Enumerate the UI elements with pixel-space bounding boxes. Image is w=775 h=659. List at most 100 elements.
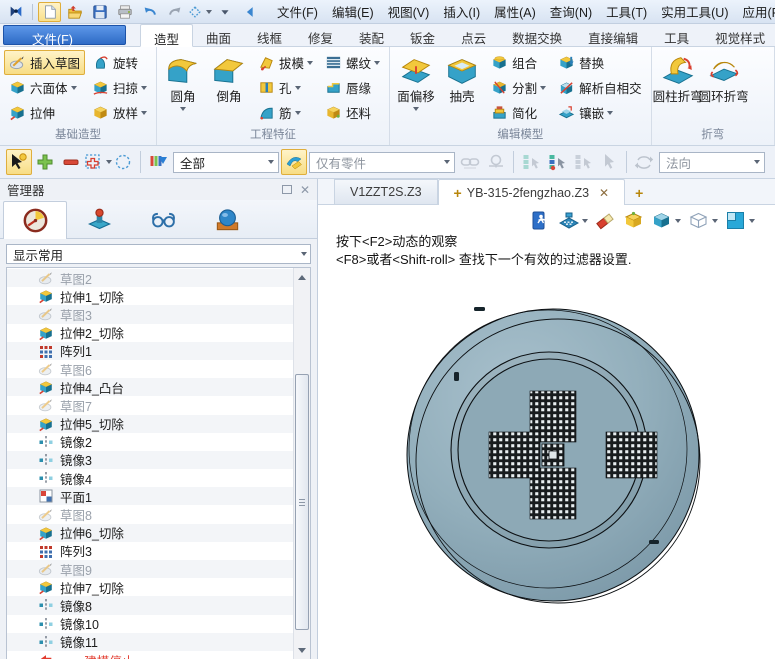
tree-item[interactable]: 拉伸6_切除 [7,524,293,542]
thread-button[interactable]: 螺纹 [320,50,385,75]
undo-button[interactable] [138,2,161,22]
draft-button[interactable]: 拔模 [253,50,318,75]
replace-button[interactable]: 替换 [553,50,647,75]
tree-item[interactable]: 拉伸1_切除 [7,287,293,305]
ribbon-tab-visualstyle[interactable]: 视觉样式 [702,24,775,46]
stock-button[interactable]: 坯料 [320,100,385,125]
chamfer-button[interactable]: 倒角 [206,50,252,104]
scope-dropdown[interactable]: 仅有零件 [309,152,455,173]
rib-button[interactable]: 筋 [253,100,318,125]
window-select-button[interactable] [84,149,110,175]
menubar-item[interactable]: 插入(I) [436,0,487,24]
ribbon-tab-surface[interactable]: 曲面 [193,24,244,46]
manager-close-button[interactable]: ✕ [300,183,310,197]
combine-button[interactable]: 组合 [486,50,551,75]
ribbon-tab-tools[interactable]: 工具 [651,24,702,46]
inlay-button[interactable]: 镶嵌 [553,100,647,125]
revolve-button[interactable]: 旋转 [87,50,152,75]
tree-item[interactable]: 草图8 [7,505,293,523]
shell-button[interactable]: 抽壳 [439,50,485,104]
menubar-item[interactable]: 工具(T) [599,0,654,24]
tree-item[interactable]: 草图7 [7,396,293,414]
face-offset-button[interactable]: 面偏移 [393,50,439,111]
toroidal-bend-button[interactable]: 圆环折弯 [701,50,747,104]
ribbon-tab-assembly[interactable]: 装配 [346,24,397,46]
manager-tab-assembly[interactable] [67,201,131,238]
ribbon-tab-wireframe[interactable]: 线框 [244,24,295,46]
tree-item[interactable]: 镜像4 [7,469,293,487]
new-file-button[interactable] [38,2,61,22]
extrude-button[interactable]: 拉伸 [4,100,85,125]
tree-item[interactable]: 草图2 [7,269,293,287]
tree-item[interactable]: 草图9 [7,560,293,578]
tree-item[interactable]: 拉伸2_切除 [7,324,293,342]
scroll-down-button[interactable] [294,642,310,658]
graphics-viewport[interactable]: V1ZZT2S.Z3+YB-315-2fengzhao.Z3✕+ 按下<F2>动… [318,179,775,659]
tree-item[interactable]: 镜像2 [7,433,293,451]
entity-filter-dropdown[interactable]: 全部 [173,152,279,173]
tree-item[interactable]: 镜像11 [7,633,293,651]
pick-from-list-colored-button[interactable] [544,149,570,175]
pick-filter-button[interactable] [188,2,211,22]
tree-item[interactable]: 平面1 [7,487,293,505]
fillet-button[interactable]: 圆角 [160,50,206,111]
part-scope-toggle[interactable] [281,149,307,175]
qat-collapse-button[interactable] [238,2,261,22]
manager-tab-visualize[interactable] [131,201,195,238]
pointer-button[interactable] [767,149,775,175]
redo-button[interactable] [163,2,186,22]
print-button[interactable] [113,2,136,22]
pick-button[interactable] [6,149,32,175]
ribbon-tab-shape[interactable]: 造型 [140,24,193,47]
menubar-item[interactable]: 文件(F) [270,0,325,24]
tree-item[interactable]: 阵列3 [7,542,293,560]
box-button[interactable]: 六面体 [4,75,85,100]
cylindrical-bend-button[interactable]: 圆柱折弯 [655,50,701,104]
menubar-item[interactable]: 属性(A) [487,0,543,24]
view-orientation-dropdown[interactable]: 法向 [659,152,765,173]
open-file-button[interactable] [63,2,86,22]
insert-sketch-button[interactable]: 插入草图 [4,50,85,75]
menubar-item[interactable]: 视图(V) [381,0,437,24]
menubar-item[interactable]: 实用工具(U) [654,0,735,24]
tree-item[interactable]: 拉伸4_凸台 [7,378,293,396]
tree-item[interactable]: 阵列1 [7,342,293,360]
tree-item[interactable]: 镜像8 [7,596,293,614]
tree-item[interactable]: 镜像10 [7,615,293,633]
3d-model-disc[interactable] [318,179,775,659]
manager-restore-button[interactable] [282,185,292,194]
ribbon-tab-repair[interactable]: 修复 [295,24,346,46]
tree-item[interactable]: 拉伸7_切除 [7,578,293,596]
scroll-up-button[interactable] [294,269,310,285]
loft-button[interactable]: 放样 [87,100,152,125]
tree-item[interactable]: 草图6 [7,360,293,378]
remove-selection-button[interactable] [58,149,84,175]
save-button[interactable] [88,2,111,22]
simplify-button[interactable]: 简化 [486,100,551,125]
scrollbar-thumb[interactable] [295,374,309,630]
manager-tab-history[interactable] [3,201,67,239]
sweep-button[interactable]: 扫掠 [87,75,152,100]
ribbon-tab-file[interactable]: 文件(F) [3,25,126,45]
ribbon-tab-dataexchange[interactable]: 数据交换 [499,24,575,46]
tree-item[interactable]: 草图3 [7,305,293,323]
divide-button[interactable]: 分割 [486,75,551,100]
manager-view-dropdown[interactable]: 显示常用 [6,244,311,264]
tree-item[interactable]: ----- 建模停止 ----- [7,651,293,659]
add-selection-button[interactable] [32,149,58,175]
filter-colors-button[interactable] [145,149,171,175]
ribbon-tab-directedit[interactable]: 直接编辑 [575,24,651,46]
menubar-item[interactable]: 编辑(E) [325,0,381,24]
lasso-select-button[interactable] [110,149,136,175]
ribbon-tab-pointcloud[interactable]: 点云 [448,24,499,46]
resolve-self-intersection-button[interactable]: 解析自相交 [553,75,647,100]
menubar-item[interactable]: 查询(N) [543,0,599,24]
tree-scrollbar[interactable] [293,268,310,659]
qat-customize-button[interactable] [213,2,236,22]
manager-tab-render[interactable] [195,201,259,238]
ribbon-tab-sheetmetal[interactable]: 钣金 [397,24,448,46]
tree-item[interactable]: 镜像3 [7,451,293,469]
hole-button[interactable]: 孔 [253,75,318,100]
lip-button[interactable]: 唇缘 [320,75,385,100]
tree-item[interactable]: 拉伸5_切除 [7,415,293,433]
